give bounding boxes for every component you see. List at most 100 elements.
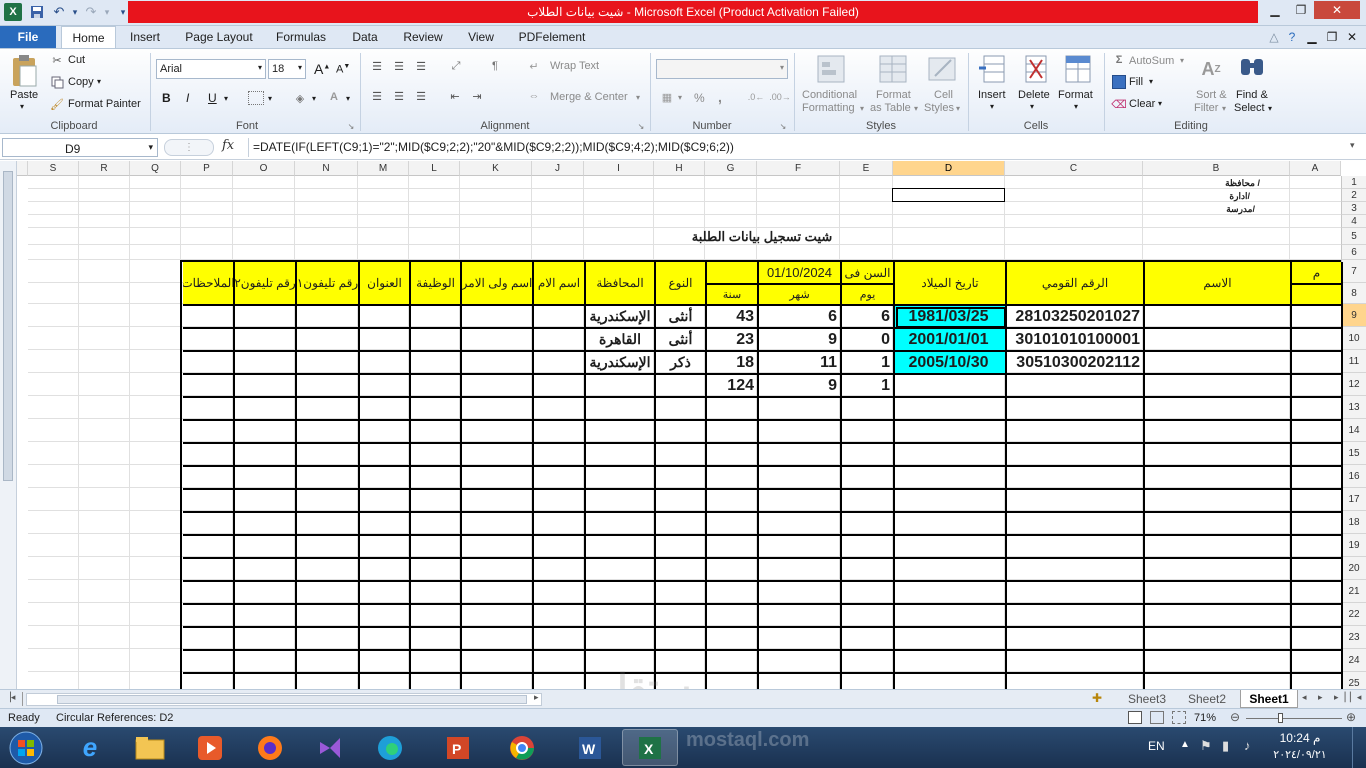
cell-job-row25[interactable] xyxy=(411,674,462,689)
header-phone-1[interactable]: رقم تليفون١ xyxy=(297,262,360,306)
insert-cells-button[interactable]: Insert xyxy=(978,89,1006,101)
cell-governorate-row11[interactable]: الإسكندرية xyxy=(586,352,656,375)
autosum-icon[interactable]: Σ xyxy=(1112,53,1126,67)
cell-mother-row21[interactable] xyxy=(534,582,586,605)
font-size-dropdown-icon[interactable]: ▾ xyxy=(298,63,302,72)
cell-notes-row13[interactable] xyxy=(183,398,235,421)
row-header-22[interactable]: 22 xyxy=(1341,603,1366,626)
header-job[interactable]: الوظيفة xyxy=(411,262,462,306)
cell-phone2-row10[interactable] xyxy=(235,329,297,352)
sheet-tab-sheet1[interactable]: Sheet1 xyxy=(1240,690,1298,708)
cell-day-row19[interactable] xyxy=(842,536,895,559)
cell-mother-row17[interactable] xyxy=(534,490,586,513)
column-header-f[interactable]: F xyxy=(757,161,840,176)
row-header-25[interactable]: 25 xyxy=(1341,672,1366,689)
status-circular-references[interactable]: Circular References: D2 xyxy=(56,712,173,724)
row-header-23[interactable]: 23 xyxy=(1341,626,1366,649)
cell-mother-row25[interactable] xyxy=(534,674,586,689)
decrease-decimal-icon[interactable]: .00→ xyxy=(769,89,791,105)
clock-date[interactable]: ٢٠٢٤/٠٩/٢١ xyxy=(1268,748,1332,761)
tab-insert[interactable]: Insert xyxy=(121,26,169,48)
cell-month-row21[interactable] xyxy=(759,582,842,605)
cell-mother-row13[interactable] xyxy=(534,398,586,421)
cell-m-row12[interactable] xyxy=(1292,375,1343,398)
row-header-14[interactable]: 14 xyxy=(1341,419,1366,442)
accounting-dropdown-icon[interactable]: ▾ xyxy=(678,93,682,102)
cell-mother-row22[interactable] xyxy=(534,605,586,628)
fill-color-icon[interactable]: ◈ xyxy=(292,91,308,105)
cell-name-row13[interactable] xyxy=(1145,398,1292,421)
row-header-9[interactable]: 9 xyxy=(1341,304,1366,327)
restore-icon[interactable]: ❐ xyxy=(1288,1,1314,19)
header-name[interactable]: الاسم xyxy=(1145,262,1292,306)
cell-phone2-row15[interactable] xyxy=(235,444,297,467)
header-gender[interactable]: النوع xyxy=(656,262,707,306)
cell-name-row16[interactable] xyxy=(1145,467,1292,490)
cell-mother-row16[interactable] xyxy=(534,467,586,490)
cell-day-row21[interactable] xyxy=(842,582,895,605)
cell-phone2-row24[interactable] xyxy=(235,651,297,674)
cell-notes-row15[interactable] xyxy=(183,444,235,467)
underline-dropdown-icon[interactable]: ▾ xyxy=(224,94,228,103)
cell-name-row10[interactable] xyxy=(1145,329,1292,352)
cell-birth-date-row21[interactable] xyxy=(895,582,1007,605)
insert-cells-dropdown-icon[interactable]: ▾ xyxy=(990,102,994,111)
cell-address-row12[interactable] xyxy=(360,375,411,398)
cell-notes-row17[interactable] xyxy=(183,490,235,513)
cell-name-row14[interactable] xyxy=(1145,421,1292,444)
row-header-17[interactable]: 17 xyxy=(1341,488,1366,511)
cell-gender-row16[interactable] xyxy=(656,467,707,490)
cell-month-row13[interactable] xyxy=(759,398,842,421)
column-header-l[interactable]: L xyxy=(409,161,460,176)
cell-month-row9[interactable]: 6 xyxy=(759,306,842,329)
row-header-24[interactable]: 24 xyxy=(1341,649,1366,672)
number-format-box[interactable]: ▾ xyxy=(656,59,788,79)
cell-m-row9[interactable] xyxy=(1292,306,1343,329)
name-box[interactable]: D9 ▾ xyxy=(2,138,158,157)
sort-filter-button-line2[interactable]: Filter xyxy=(1194,102,1218,114)
cell-name-row12[interactable] xyxy=(1145,375,1292,398)
cell-phone2-row18[interactable] xyxy=(235,513,297,536)
cell-styles-dropdown-icon[interactable]: ▾ xyxy=(956,104,960,113)
align-left-icon[interactable]: ☰ xyxy=(368,89,386,103)
cell-address-row19[interactable] xyxy=(360,536,411,559)
cell-guardian-row13[interactable] xyxy=(462,398,534,421)
zoom-level[interactable]: 71% xyxy=(1194,712,1216,724)
horizontal-scroll-thumb[interactable] xyxy=(57,695,527,704)
cell-day-row23[interactable] xyxy=(842,628,895,651)
cell-phone1-row22[interactable] xyxy=(297,605,360,628)
merge-center-button[interactable]: Merge & Center xyxy=(550,91,628,103)
edge-icon[interactable] xyxy=(362,729,418,766)
decrease-indent-icon[interactable]: ⇤ xyxy=(446,89,464,103)
cell-address-row10[interactable] xyxy=(360,329,411,352)
column-header-g[interactable]: G xyxy=(705,161,757,176)
cell-month-row17[interactable] xyxy=(759,490,842,513)
cell-notes-row12[interactable] xyxy=(183,375,235,398)
format-painter-button[interactable]: Format Painter xyxy=(68,98,141,110)
cell-address-row23[interactable] xyxy=(360,628,411,651)
column-header-n[interactable]: N xyxy=(295,161,358,176)
clear-icon[interactable]: ⌫ xyxy=(1111,97,1127,111)
bold-button[interactable]: B xyxy=(162,91,171,105)
vertical-splitter[interactable] xyxy=(0,161,17,689)
cell-governorate-row14[interactable] xyxy=(586,421,656,444)
tab-data[interactable]: Data xyxy=(342,26,388,48)
cell-governorate-row17[interactable] xyxy=(586,490,656,513)
cell-guardian-row23[interactable] xyxy=(462,628,534,651)
visual-studio-icon[interactable] xyxy=(302,729,358,766)
column-header-o[interactable]: O xyxy=(233,161,295,176)
font-color-icon[interactable]: A xyxy=(326,89,342,105)
find-select-button[interactable]: Find & xyxy=(1236,89,1268,101)
cell-birth-date-row23[interactable] xyxy=(895,628,1007,651)
sheet-tab-sheet2[interactable]: Sheet2 xyxy=(1180,690,1234,708)
column-header-a[interactable]: A xyxy=(1290,161,1341,176)
cell-national-id-row22[interactable] xyxy=(1007,605,1145,628)
cell-mother-row19[interactable] xyxy=(534,536,586,559)
sort-filter-icon[interactable]: AZ xyxy=(1196,53,1226,85)
cell-national-id-row15[interactable] xyxy=(1007,444,1145,467)
cell-gender-row22[interactable] xyxy=(656,605,707,628)
header-national-id[interactable]: الرقم القومي xyxy=(1007,262,1145,306)
insert-function-icon[interactable]: fx xyxy=(222,138,244,157)
cell-guardian-row20[interactable] xyxy=(462,559,534,582)
font-name-dropdown-icon[interactable]: ▾ xyxy=(258,63,262,72)
